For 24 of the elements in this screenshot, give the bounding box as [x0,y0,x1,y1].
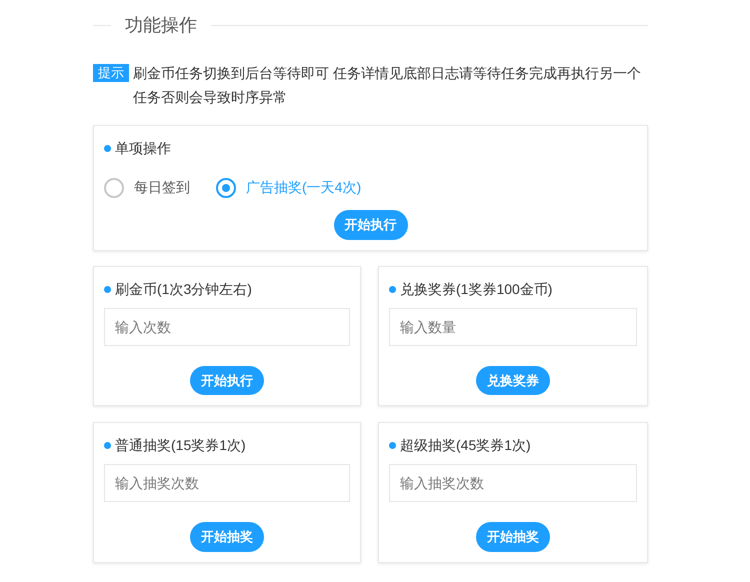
radio-option[interactable]: 广告抽奖(一天4次) [216,177,362,198]
bullet-icon [104,442,111,449]
card-title: 单项操作 [115,139,171,158]
start-button[interactable]: 兑换奖券 [476,366,550,395]
bullet-icon [104,145,111,152]
card-title: 普通抽奖(15奖券1次) [115,436,246,455]
bullet-icon [389,442,396,449]
input-field[interactable]: 输入抽奖次数 [104,464,350,502]
card-title: 刷金币(1次3分钟左右) [115,280,252,299]
input-field[interactable]: 输入抽奖次数 [389,464,637,502]
tip-tag: 提示 [93,64,129,82]
card-title: 兑换奖券(1奖券100金币) [400,280,552,299]
bullet-icon [389,286,396,292]
tip-text: 刷金币任务切换到后台等待即可 任务详情见底部日志请等待任务完成再执行另一个任务否则会导致时序异常 [133,64,642,107]
start-button[interactable]: 开始抽奖 [190,522,264,552]
radio-option[interactable]: 每日签到 [104,177,190,198]
start-button[interactable]: 开始执行 [190,366,264,395]
start-button[interactable]: 开始执行 [334,210,408,240]
bullet-icon [104,286,111,292]
input-field[interactable]: 输入次数 [104,308,350,346]
input-field[interactable]: 输入数量 [389,308,637,346]
section-title: 功能操作 [125,14,197,37]
start-button[interactable]: 开始抽奖 [476,522,550,552]
card-title: 超级抽奖(45奖券1次) [400,436,531,455]
